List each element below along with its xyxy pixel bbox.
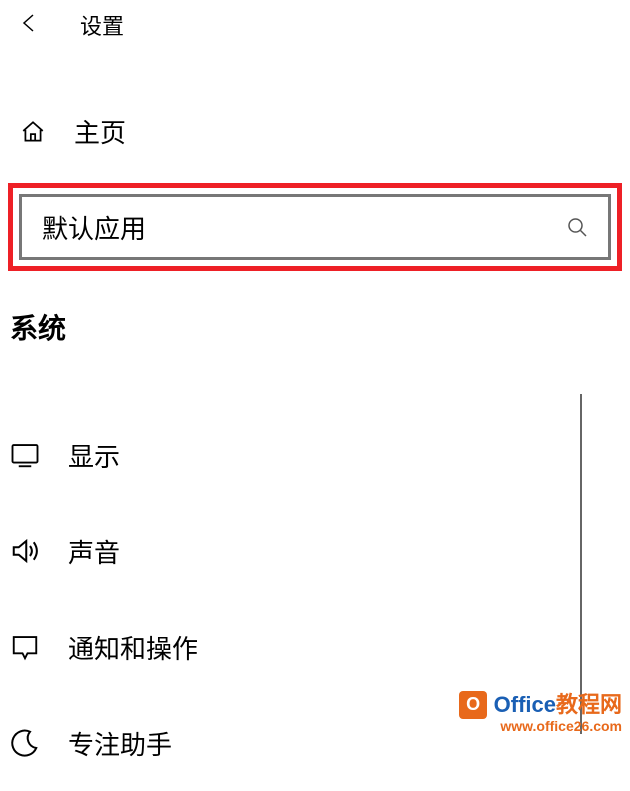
search-box[interactable] [19,194,611,260]
section-title-system: 系统 [10,307,630,347]
menu-item-label: 通知和操作 [68,629,198,666]
search-icon [564,214,590,240]
moon-icon [8,726,42,760]
watermark-brand-cn: 教程网 [556,692,622,717]
nav-home-label: 主页 [74,113,126,150]
menu-item-display[interactable]: 显示 [0,407,630,503]
menu-item-sound[interactable]: 声音 [0,503,630,599]
menu-item-label: 显示 [68,437,120,474]
watermark: O Office教程网 www.office26.com [459,691,622,734]
menu-item-label: 专注助手 [68,725,172,762]
notification-icon [8,630,42,664]
watermark-url: www.office26.com [459,719,622,734]
menu-item-label: 声音 [68,533,120,570]
page-title: 设置 [80,9,124,41]
nav-home[interactable]: 主页 [0,105,630,158]
sound-icon [8,534,42,568]
menu-item-notifications[interactable]: 通知和操作 [0,599,630,695]
search-highlight [8,183,622,271]
watermark-brand: Office [494,692,556,717]
display-icon [8,438,42,472]
back-button[interactable] [10,5,50,45]
home-icon [20,119,46,145]
search-input[interactable] [42,212,564,243]
scrollbar[interactable] [580,394,582,734]
arrow-left-icon [18,11,42,40]
watermark-badge-icon: O [459,691,487,719]
